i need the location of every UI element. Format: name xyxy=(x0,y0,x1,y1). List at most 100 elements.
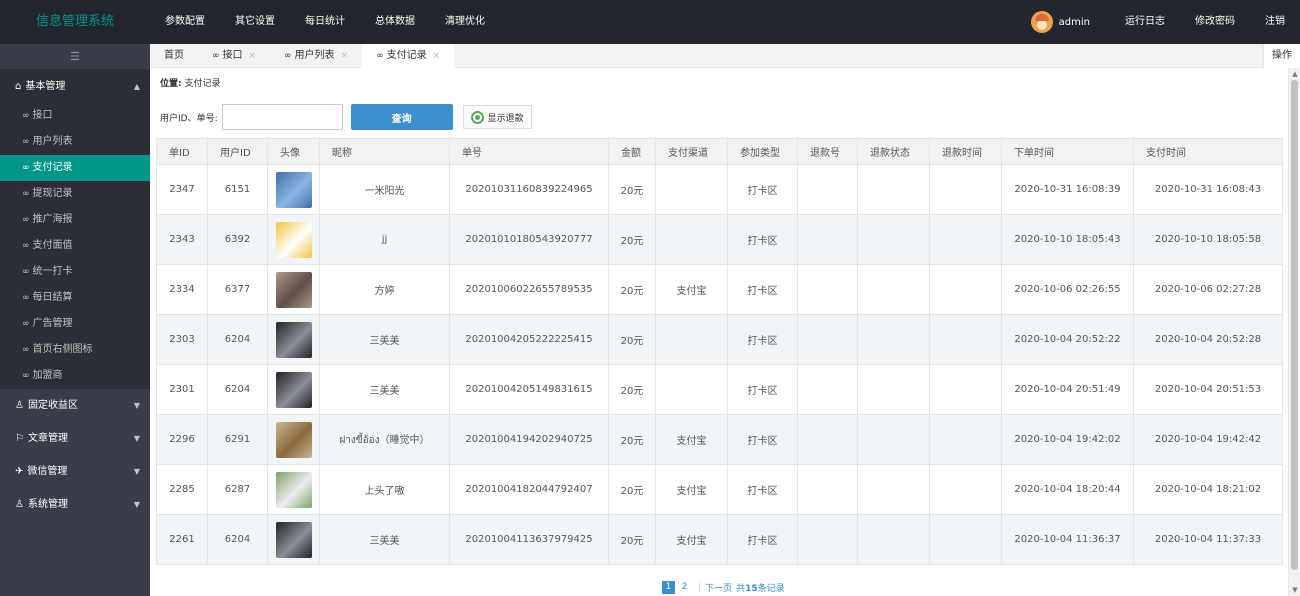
col-header[interactable]: 单ID xyxy=(156,138,208,165)
search-label: 用户ID、单号: xyxy=(160,113,218,124)
page-2-button[interactable]: 2 xyxy=(678,581,691,594)
sidebar-item-payment-amounts[interactable]: ∞ 支付面值 xyxy=(0,233,150,259)
col-header[interactable]: 支付渠道 xyxy=(655,138,728,165)
table-cell xyxy=(929,214,1002,265)
table-cell: 20元 xyxy=(608,164,656,215)
table-row[interactable]: 2301 6204 三美美 20201004205149831615 20元 打卡区 202… xyxy=(156,364,1283,415)
sidebar-item-api[interactable]: ∞ 接口 xyxy=(0,103,150,129)
table-cell: 一米阳光 xyxy=(319,164,450,215)
table-cell: 2020-10-04 19:42:02 xyxy=(1001,414,1134,465)
sidebar-item-promo-poster[interactable]: ∞ 推广海报 xyxy=(0,207,150,233)
page-1-button[interactable]: 1 xyxy=(662,581,675,594)
table-cell: 方婷 xyxy=(319,264,450,315)
table-row[interactable]: 2334 6377 方婷 20201006022655789535 20元 支付宝 打卡区 2… xyxy=(156,264,1283,315)
avatar[interactable] xyxy=(275,171,312,208)
table-cell: 2296 xyxy=(156,414,208,465)
table-cell xyxy=(929,464,1002,515)
table-cell xyxy=(857,314,930,365)
scroll-down-icon[interactable]: ▼ xyxy=(1289,584,1300,596)
table-cell: 2020-10-04 20:51:49 xyxy=(1001,364,1134,415)
table-cell: 20元 xyxy=(608,414,656,465)
table-row[interactable]: 2296 6291 ฝางขี้อ้อง（睡觉中） 20201004194202940… xyxy=(156,414,1283,465)
sidebar-submenu: ∞ 接口 ∞ 用户列表 ∞ 支付记录 ∞ 提现记录 ∞ 推广海报 ∞ 支付面值 ∞ 统一打卡 … xyxy=(0,103,150,389)
user-avatar-icon[interactable] xyxy=(1030,11,1053,33)
table-row[interactable]: 2303 6204 三美美 20201004205222225415 20元 打卡区 202… xyxy=(156,314,1283,365)
topnav-daily-stats[interactable]: 每日统计 xyxy=(290,0,360,44)
table-cell xyxy=(267,264,320,315)
sidebar-item-unified-checkin[interactable]: ∞ 统一打卡 xyxy=(0,259,150,285)
col-header[interactable]: 头像 xyxy=(267,138,320,165)
col-header[interactable]: 退款时间 xyxy=(929,138,1002,165)
sidebar-item-payment-records[interactable]: ∞ 支付记录 xyxy=(0,155,150,181)
scroll-up-icon[interactable]: ▲ xyxy=(1289,68,1300,80)
sidebar-toggle-icon[interactable]: ☰ xyxy=(0,44,150,70)
app-logo[interactable]: 信息管理系统 xyxy=(0,0,150,44)
sidebar-group-wechat[interactable]: ✈ 微信管理 ▼ xyxy=(0,455,150,488)
avatar[interactable] xyxy=(275,521,312,558)
close-icon[interactable]: × xyxy=(341,51,349,61)
close-icon[interactable]: × xyxy=(433,51,441,61)
sidebar-item-franchisee[interactable]: ∞ 加盟商 xyxy=(0,363,150,389)
sidebar-group-basic[interactable]: ⌂ 基本管理 ▲ xyxy=(0,70,150,103)
col-header[interactable]: 支付时间 xyxy=(1133,138,1283,165)
col-header[interactable]: 单号 xyxy=(449,138,609,165)
table-cell xyxy=(929,264,1002,315)
username[interactable]: admin xyxy=(1059,17,1090,28)
avatar[interactable] xyxy=(275,321,312,358)
col-header[interactable]: 退款号 xyxy=(797,138,858,165)
run-log-link[interactable]: 运行日志 xyxy=(1110,0,1180,44)
table-cell: ฝางขี้อ้อง（睡觉中） xyxy=(319,414,450,465)
close-icon[interactable]: × xyxy=(249,51,257,61)
avatar[interactable] xyxy=(275,221,312,258)
tab-api[interactable]: ∞ 接口 × xyxy=(198,44,270,68)
sidebar-item-label: 提现记录 xyxy=(32,188,73,199)
sidebar-group-system[interactable]: ♙ 系统管理 ▼ xyxy=(0,488,150,521)
tab-user-list[interactable]: ∞ 用户列表 × xyxy=(270,44,362,68)
table-cell: 20元 xyxy=(608,514,656,565)
next-page-link[interactable]: 下一页 xyxy=(705,581,732,594)
table-row[interactable]: 2343 6392 jj 20201010180543920777 20元 打卡区 2020… xyxy=(156,214,1283,265)
table-cell: 6204 xyxy=(207,314,268,365)
sidebar-item-withdraw-records[interactable]: ∞ 提现记录 xyxy=(0,181,150,207)
search-button[interactable]: 查询 xyxy=(350,104,453,130)
tab-payment-records[interactable]: ∞ 支付记录 × xyxy=(362,44,455,68)
chevron-down-icon: ▼ xyxy=(133,401,140,410)
change-password-link[interactable]: 修改密码 xyxy=(1180,0,1250,44)
topnav-params[interactable]: 参数配置 xyxy=(150,0,220,44)
table-row[interactable]: 2347 6151 一米阳光 20201031160839224965 20元 打卡区 20… xyxy=(156,164,1283,215)
table-cell: 20元 xyxy=(608,264,656,315)
topnav-other-settings[interactable]: 其它设置 xyxy=(220,0,290,44)
topnav-overall-data[interactable]: 总体数据 xyxy=(360,0,430,44)
table-row[interactable]: 2261 6204 三美美 20201004113637979425 20元 支付宝 打卡区… xyxy=(156,514,1283,565)
show-refund-button[interactable]: 显示退款 xyxy=(462,105,532,129)
tab-home[interactable]: 首页 xyxy=(150,44,198,68)
sidebar-group-fixed-income[interactable]: ♙ 固定收益区 ▼ xyxy=(0,389,150,422)
vertical-scrollbar[interactable]: ▲ ▼ xyxy=(1288,68,1300,596)
link-icon: ∞ xyxy=(376,51,384,61)
operations-button[interactable]: 操作 xyxy=(1263,44,1300,68)
scrollbar-thumb[interactable] xyxy=(1291,80,1298,570)
filter-bar: 用户ID、单号: 查询 显示退款 xyxy=(160,104,532,130)
table-row[interactable]: 2285 6287 上头了嗷 20201004182044792407 20元 支付宝 打卡… xyxy=(156,464,1283,515)
col-header[interactable]: 金额 xyxy=(608,138,656,165)
logout-link[interactable]: 注销 xyxy=(1250,0,1300,44)
divider: | xyxy=(698,582,702,593)
sidebar-item-home-right-icons[interactable]: ∞ 首页右侧图标 xyxy=(0,337,150,363)
col-header[interactable]: 下单时间 xyxy=(1001,138,1134,165)
col-header[interactable]: 参加类型 xyxy=(727,138,798,165)
sidebar-item-ad-management[interactable]: ∞ 广告管理 xyxy=(0,311,150,337)
search-input[interactable] xyxy=(221,104,343,130)
col-header[interactable]: 昵称 xyxy=(319,138,450,165)
topnav-cleanup[interactable]: 清理优化 xyxy=(430,0,500,44)
pagination: 1 2 | 下一页 共15条记录 xyxy=(662,581,785,594)
avatar[interactable] xyxy=(275,471,312,508)
avatar[interactable] xyxy=(275,371,312,408)
col-header[interactable]: 退款状态 xyxy=(857,138,930,165)
sidebar-item-daily-settlement[interactable]: ∞ 每日结算 xyxy=(0,285,150,311)
sidebar-group-articles[interactable]: ⚐ 文章管理 ▼ xyxy=(0,422,150,455)
avatar[interactable] xyxy=(275,271,312,308)
sidebar-item-user-list[interactable]: ∞ 用户列表 xyxy=(0,129,150,155)
col-header[interactable]: 用户ID xyxy=(207,138,268,165)
table-cell: 2020-10-04 11:36:37 xyxy=(1001,514,1134,565)
avatar[interactable] xyxy=(275,421,312,458)
